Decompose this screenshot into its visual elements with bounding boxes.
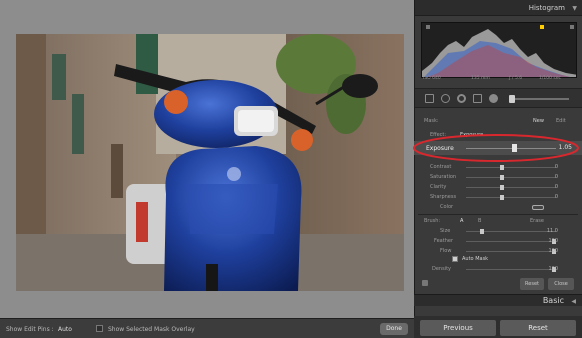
show-pins-label: Show Edit Pins : bbox=[6, 326, 54, 333]
color-label: Color bbox=[440, 204, 454, 210]
iso-value: ISO 640 bbox=[423, 76, 441, 81]
graduated-filter-icon[interactable] bbox=[473, 94, 482, 103]
clarity-slider-row[interactable]: Clarity 0 bbox=[414, 182, 570, 192]
feather-value[interactable]: 100 bbox=[548, 238, 558, 244]
flow-slider-row[interactable]: Flow 100 bbox=[414, 246, 570, 256]
brush-b-button[interactable]: B bbox=[478, 218, 481, 224]
saturation-label: Saturation bbox=[430, 174, 457, 180]
panel-footer: Previous Reset bbox=[414, 316, 582, 338]
done-button[interactable]: Done bbox=[380, 323, 408, 335]
feather-slider-row[interactable]: Feather 100 bbox=[414, 236, 570, 246]
sharpness-label: Sharpness bbox=[430, 194, 457, 200]
photo-scooter[interactable] bbox=[16, 34, 404, 291]
exposure-knob[interactable] bbox=[512, 144, 517, 152]
histogram-graph bbox=[421, 22, 577, 78]
density-value[interactable]: 100 bbox=[548, 266, 558, 272]
reset-button[interactable]: Reset bbox=[500, 320, 576, 336]
mask-label: Mask: bbox=[424, 118, 439, 124]
saturation-value[interactable]: 0 bbox=[555, 174, 558, 180]
exposure-slider-row[interactable]: Exposure 1.05 bbox=[414, 141, 582, 155]
mask-edit-button[interactable]: Edit bbox=[556, 118, 566, 124]
density-slider-row[interactable]: Density 100 bbox=[414, 264, 570, 274]
clarity-label: Clarity bbox=[430, 184, 447, 190]
size-label: Size bbox=[440, 228, 451, 234]
effect-dropdown[interactable]: Exposure bbox=[460, 132, 483, 138]
image-viewer bbox=[0, 0, 414, 318]
contrast-slider-row[interactable]: Contrast 0 bbox=[414, 162, 570, 172]
collapse-arrow-icon[interactable]: ◀ bbox=[571, 298, 576, 305]
flow-label: Flow bbox=[440, 248, 452, 254]
size-value[interactable]: 11.0 bbox=[547, 228, 558, 234]
histogram-header[interactable]: Histogram ▼ bbox=[415, 0, 582, 16]
tool-slider[interactable] bbox=[509, 95, 569, 103]
brush-a-button[interactable]: A bbox=[460, 218, 463, 224]
clarity-value[interactable]: 0 bbox=[555, 184, 558, 190]
brush-label: Brush: bbox=[424, 218, 441, 224]
auto-mask-checkbox[interactable] bbox=[452, 256, 458, 262]
flow-value[interactable]: 100 bbox=[548, 248, 558, 254]
auto-mask-label: Auto Mask bbox=[462, 256, 489, 262]
feather-label: Feather bbox=[434, 238, 454, 244]
basic-panel-header[interactable]: Basic ◀ bbox=[414, 294, 582, 306]
contrast-value[interactable]: 0 bbox=[555, 164, 558, 170]
spot-removal-icon[interactable] bbox=[441, 94, 450, 103]
brush-erase-button[interactable]: Erase bbox=[530, 218, 544, 224]
adjustment-brush-icon[interactable] bbox=[489, 94, 498, 103]
histogram-title: Histogram bbox=[528, 4, 565, 12]
tool-strip bbox=[415, 88, 582, 108]
sharpness-slider-row[interactable]: Sharpness 0 bbox=[414, 192, 570, 202]
focal-value: 135 mm bbox=[471, 76, 490, 81]
size-slider-row[interactable]: Size 11.0 bbox=[414, 226, 570, 236]
bottom-toolbar: Show Edit Pins : Auto Show Selected Mask… bbox=[0, 318, 414, 338]
show-pins-dropdown[interactable]: Auto bbox=[58, 326, 72, 333]
mask-new-button[interactable]: New bbox=[533, 118, 544, 124]
color-swatch[interactable] bbox=[532, 205, 544, 210]
sharpness-value[interactable]: 0 bbox=[555, 194, 558, 200]
exposure-track[interactable] bbox=[466, 148, 556, 149]
panel-close-button[interactable]: Close bbox=[548, 278, 574, 290]
crop-tool-icon[interactable] bbox=[425, 94, 434, 103]
effect-label: Effect: bbox=[430, 132, 447, 138]
aperture-value: ƒ / 5.6 bbox=[509, 76, 523, 81]
shutter-value: 1/100 sec bbox=[539, 76, 561, 81]
exposure-label: Exposure bbox=[426, 145, 454, 152]
color-row[interactable]: Color bbox=[414, 202, 570, 212]
contrast-label: Contrast bbox=[430, 164, 452, 170]
collapse-arrow-icon[interactable]: ▼ bbox=[572, 5, 577, 12]
exposure-value[interactable]: 1.05 bbox=[559, 144, 572, 151]
basic-title: Basic bbox=[542, 296, 564, 305]
mask-overlay-label: Show Selected Mask Overlay bbox=[108, 326, 195, 333]
density-label: Density bbox=[432, 266, 452, 272]
toggle-icon[interactable] bbox=[422, 280, 428, 286]
panel-reset-button[interactable]: Reset bbox=[520, 278, 544, 290]
previous-button[interactable]: Previous bbox=[420, 320, 496, 336]
mask-overlay-checkbox[interactable] bbox=[96, 325, 103, 332]
red-eye-icon[interactable] bbox=[457, 94, 466, 103]
saturation-slider-row[interactable]: Saturation 0 bbox=[414, 172, 570, 182]
